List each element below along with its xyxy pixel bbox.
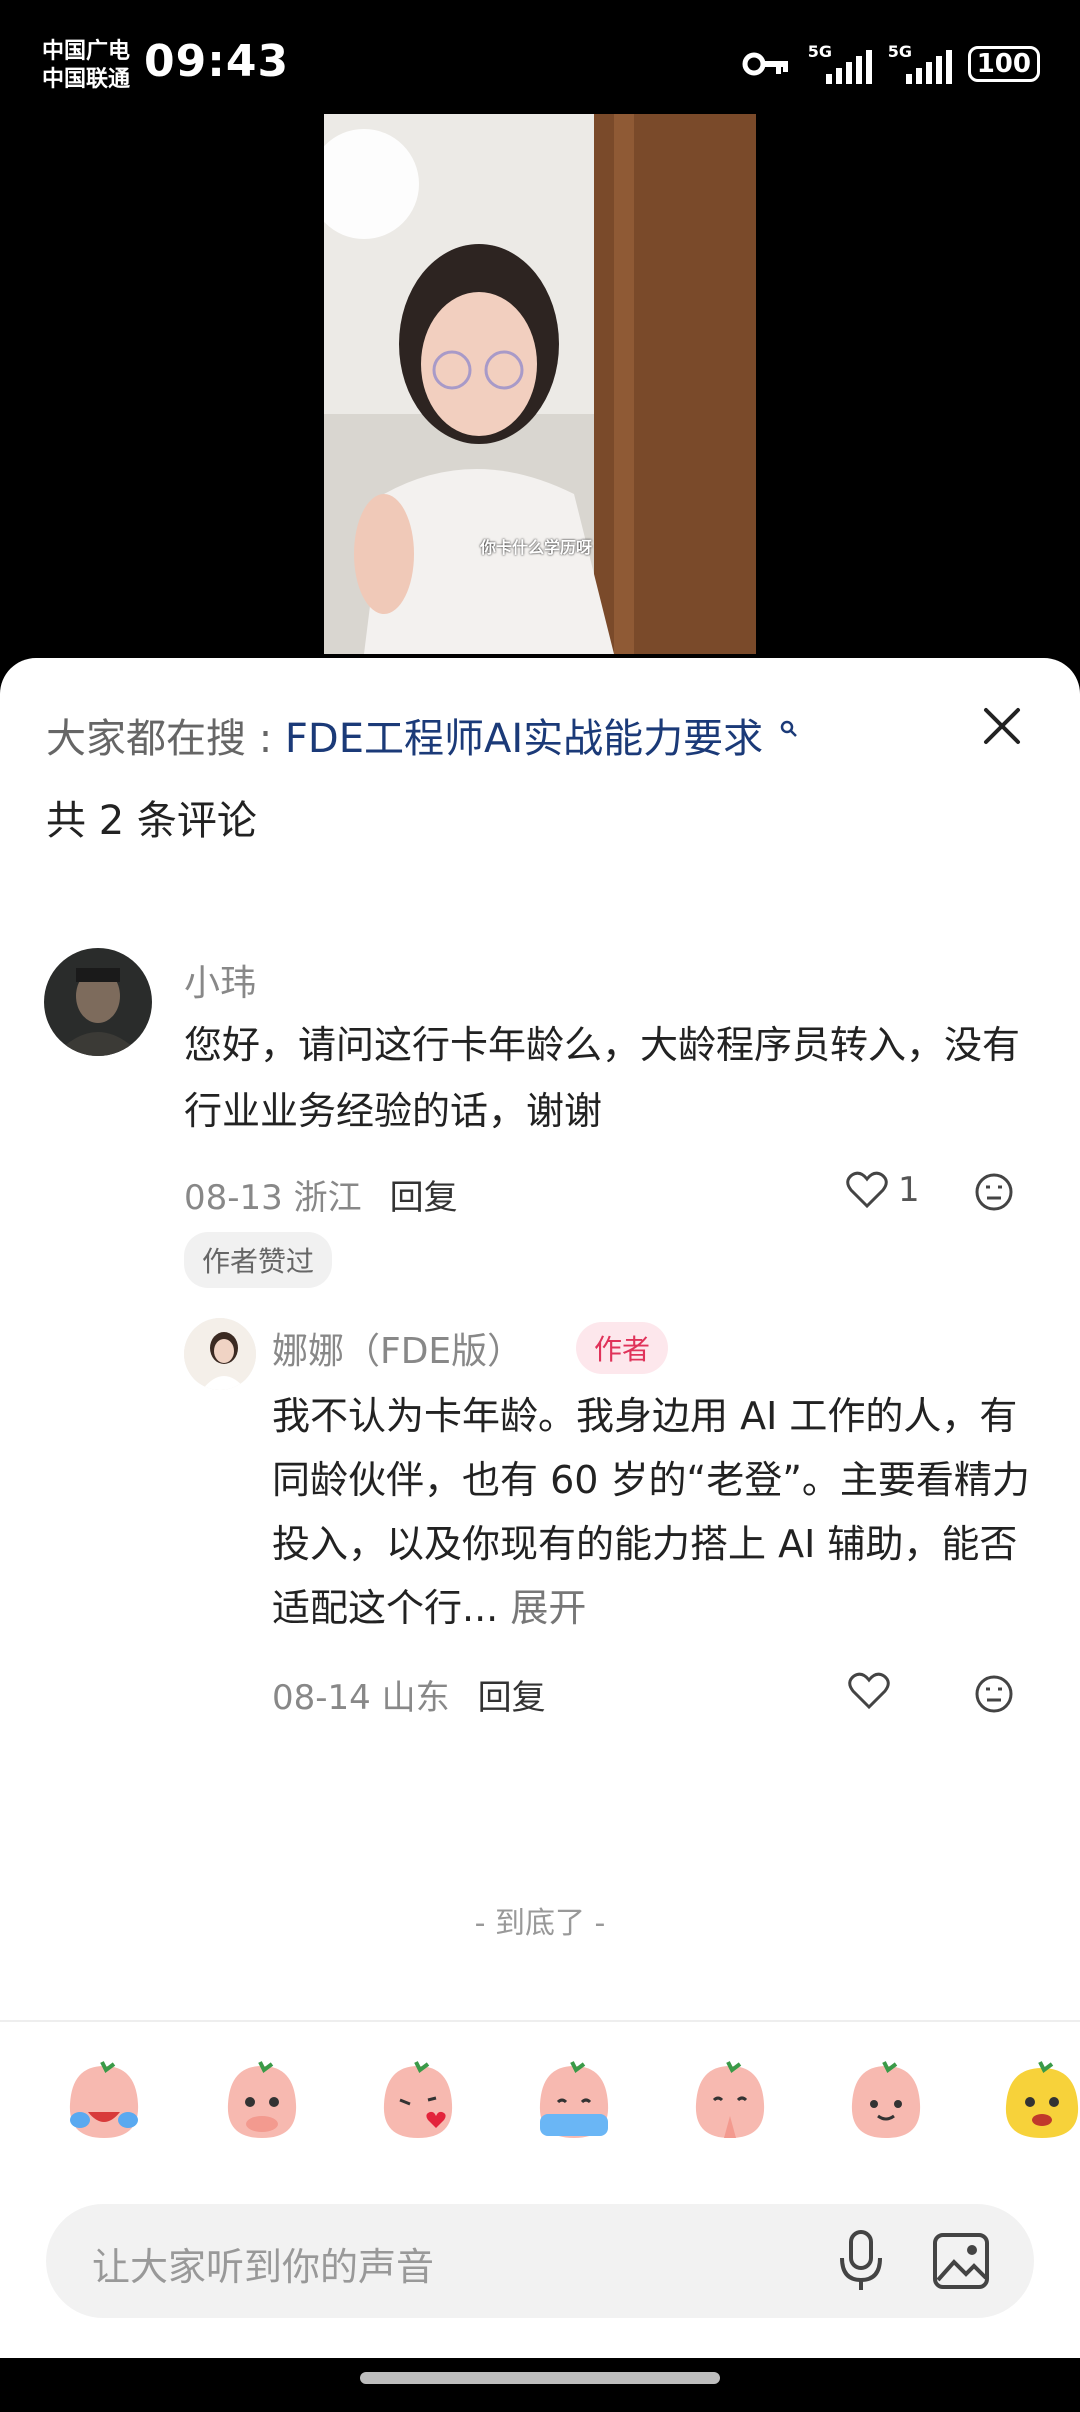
comment-username[interactable]: 小玮 (184, 954, 256, 1006)
author-badge: 作者 (576, 1322, 669, 1374)
signal-1-icon: 5G (808, 42, 872, 86)
status-icons: 5G 5G 100 (742, 42, 1040, 86)
heart-icon (846, 1171, 888, 1209)
comment-meta: 08-14 山东 回复 (272, 1670, 546, 1719)
emoji-shy-cover-icon[interactable] (220, 2058, 304, 2142)
hot-search-bar[interactable]: 大家都在搜 : FDE工程师AI实战能力要求 (46, 706, 798, 764)
emoji-crying-laugh-icon[interactable] (62, 2058, 146, 2142)
emoji-react-icon[interactable] (974, 1674, 1014, 1714)
like-count: 1 (898, 1170, 920, 1210)
comment-count: 共 2 条评论 (46, 798, 257, 844)
like-button[interactable]: 1 (846, 1170, 920, 1210)
emoji-react-icon[interactable] (974, 1172, 1014, 1212)
comment-input-placeholder: 让大家听到你的声音 (92, 2245, 435, 2289)
battery-indicator: 100 (967, 46, 1040, 82)
comment-meta: 08-13 浙江 回复 (184, 1170, 458, 1219)
key-icon (742, 52, 788, 76)
quick-emoji-row (0, 2058, 1080, 2188)
emoji-pray-icon[interactable] (688, 2058, 772, 2142)
carrier-info: 中国广电 中国联通 (42, 38, 130, 94)
reply-text: 我不认为卡年龄。我身边用 AI 工作的人，有同龄伙伴，也有 60 岁的“老登”。… (272, 1394, 1030, 1630)
expand-link[interactable]: 展开 (510, 1586, 586, 1630)
avatar[interactable] (184, 1318, 256, 1390)
hot-search-keyword[interactable]: FDE工程师AI实战能力要求 (285, 716, 763, 762)
signal-2-icon: 5G (888, 42, 952, 86)
comment-text[interactable]: 您好，请问这行卡年龄么，大龄程序员转入，没有行业业务经验的话，谢谢 (184, 1012, 1024, 1144)
close-icon[interactable] (978, 702, 1026, 750)
reply-button[interactable]: 回复 (390, 1170, 458, 1219)
hot-search-separator: : (258, 716, 273, 762)
comment-username[interactable]: 娜娜（FDE版） (272, 1322, 523, 1374)
home-indicator[interactable] (360, 2372, 720, 2384)
hot-search-prefix: 大家都在搜 (46, 716, 246, 762)
video-caption: 你卡什么学历呀 (480, 538, 593, 557)
comment-date-location: 08-13 浙江 (184, 1178, 362, 1218)
microphone-icon[interactable] (836, 2228, 886, 2294)
reply-button[interactable]: 回复 (478, 1670, 546, 1719)
emoji-kiss-heart-icon[interactable] (376, 2058, 460, 2142)
like-button[interactable] (848, 1672, 890, 1710)
search-icon (780, 720, 797, 737)
emoji-yellow-face-icon[interactable] (1000, 2058, 1080, 2142)
avatar[interactable] (44, 948, 152, 1056)
video-frame (324, 114, 756, 654)
emoji-smile-icon[interactable] (844, 2058, 928, 2142)
comment-input[interactable]: 让大家听到你的声音 (46, 2204, 1034, 2318)
end-of-list-note: - 到底了 - (474, 1906, 606, 1941)
comment-date-location: 08-14 山东 (272, 1678, 450, 1718)
video-player[interactable]: 你卡什么学历呀 (324, 114, 756, 654)
carrier-1: 中国广电 (42, 39, 131, 64)
emoji-cry-tears-icon[interactable] (532, 2058, 616, 2142)
comment-text[interactable]: 我不认为卡年龄。我身边用 AI 工作的人，有同龄伙伴，也有 60 岁的“老登”。… (272, 1384, 1042, 1640)
heart-icon (848, 1672, 890, 1710)
clock: 09:43 (144, 36, 290, 87)
divider (0, 2020, 1080, 2022)
status-bar: 中国广电 中国联通 09:43 5G 5G 100 (0, 0, 1080, 115)
image-icon[interactable] (932, 2232, 990, 2290)
comments-sheet: 大家都在搜 : FDE工程师AI实战能力要求 共 2 条评论 小玮 您好，请问这… (0, 658, 1080, 2358)
author-liked-chip: 作者赞过 (184, 1232, 333, 1288)
carrier-2: 中国联通 (42, 67, 131, 92)
